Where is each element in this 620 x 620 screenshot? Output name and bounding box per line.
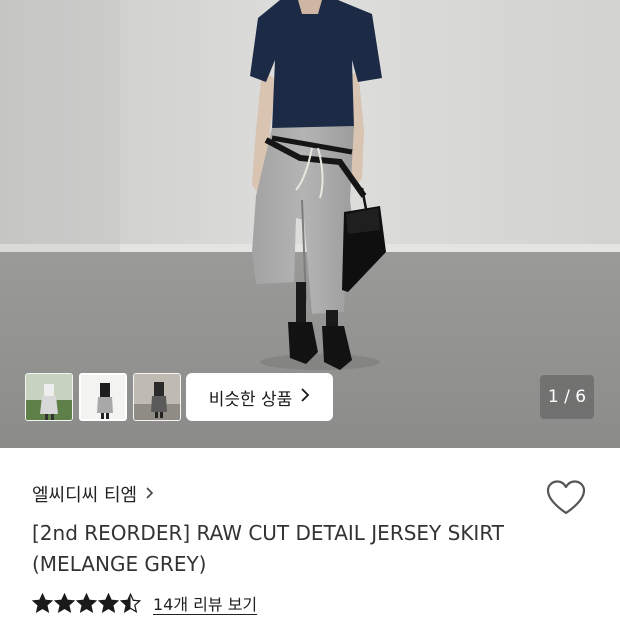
star-icon xyxy=(120,593,141,613)
brand-link[interactable]: 엘씨디씨 티엠 xyxy=(32,481,154,507)
thumbnail-1-image xyxy=(26,374,72,420)
similar-products-button[interactable]: 비슷한 상품 xyxy=(186,373,333,421)
similar-products-label: 비슷한 상품 xyxy=(208,389,293,410)
star-icon xyxy=(32,593,53,613)
star-icon xyxy=(98,593,119,613)
product-title-line-2: (MELANGE GREY) xyxy=(32,552,207,576)
thumbnail-2-image xyxy=(81,375,125,419)
product-image-gallery[interactable]: 비슷한 상품 1 / 6 xyxy=(0,0,620,448)
image-counter: 1 / 6 xyxy=(540,375,594,419)
product-title-line-1: [2nd REORDER] RAW CUT DETAIL JERSEY SKIR… xyxy=(32,521,504,545)
review-link[interactable]: 14개 리뷰 보기 xyxy=(153,591,257,615)
thumbnail-2[interactable] xyxy=(79,373,127,421)
product-detail-page: 비슷한 상품 1 / 6 엘씨디씨 티엠 [2nd REORDER] RAW C… xyxy=(0,0,620,620)
thumbnail-strip xyxy=(25,373,181,421)
product-info: 엘씨디씨 티엠 [2nd REORDER] RAW CUT DETAIL JER… xyxy=(0,448,620,620)
chevron-right-icon xyxy=(145,485,154,504)
chevron-right-icon xyxy=(300,387,310,407)
thumbnail-1[interactable] xyxy=(25,373,73,421)
thumbnail-3-image xyxy=(134,374,180,420)
rating-row: 14개 리뷰 보기 xyxy=(32,591,257,615)
wishlist-heart-icon[interactable] xyxy=(545,479,587,517)
product-title: [2nd REORDER] RAW CUT DETAIL JERSEY SKIR… xyxy=(32,518,572,580)
thumbnail-3[interactable] xyxy=(133,373,181,421)
star-icon xyxy=(54,593,75,613)
star-rating xyxy=(32,593,141,613)
brand-name: 엘씨디씨 티엠 xyxy=(32,485,138,506)
star-icon xyxy=(76,593,97,613)
